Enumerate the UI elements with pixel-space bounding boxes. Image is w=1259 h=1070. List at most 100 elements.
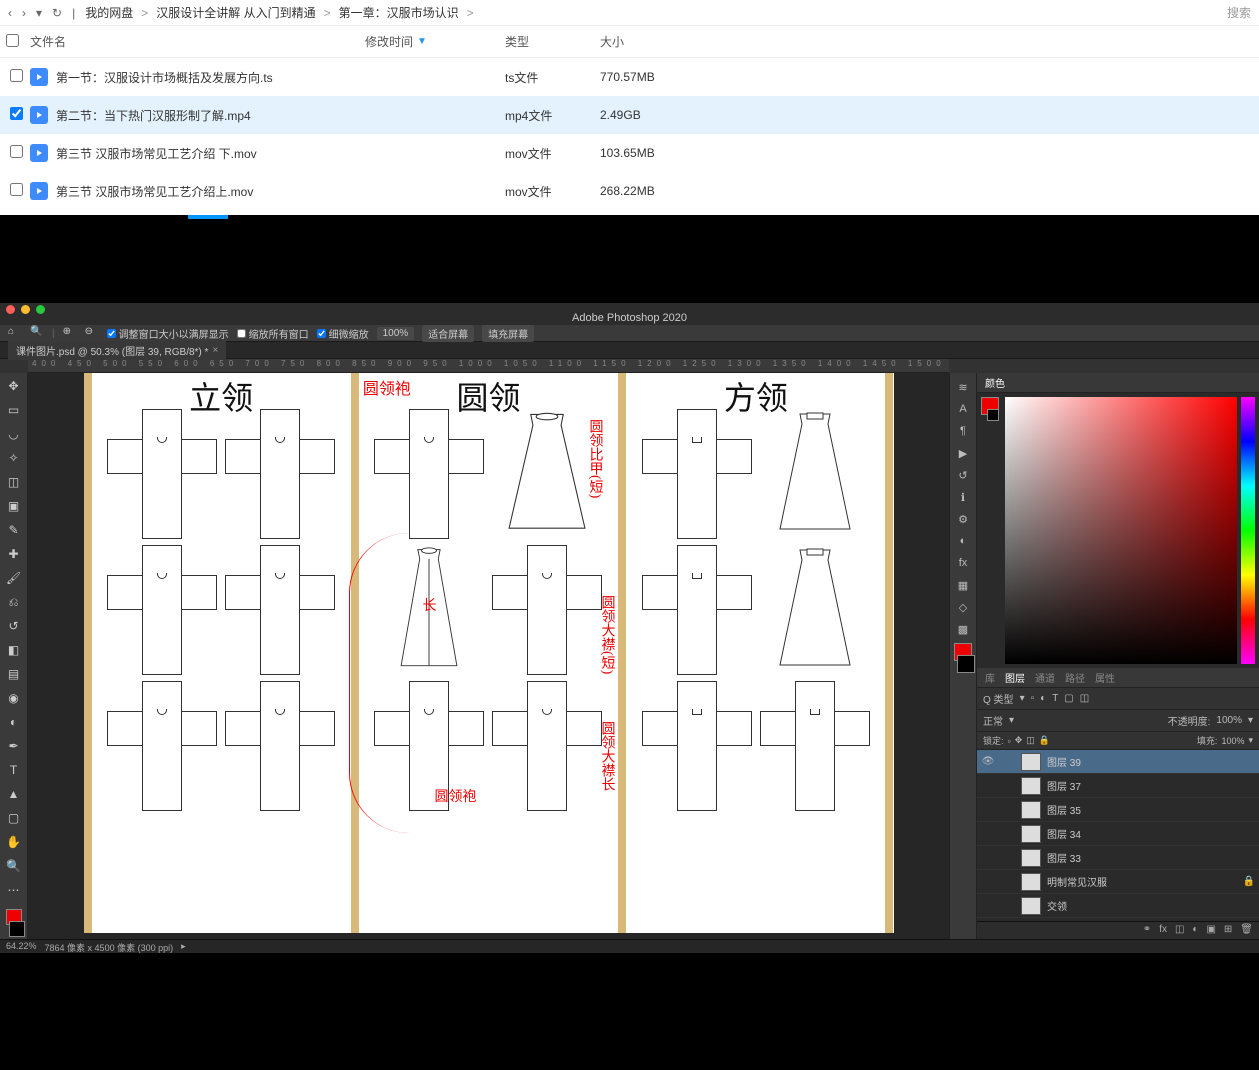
- history-brush-icon[interactable]: ↺: [4, 617, 24, 635]
- breadcrumb-item[interactable]: 第一章：汉服市场认识: [339, 4, 459, 21]
- styles-panel-icon[interactable]: fx: [954, 555, 972, 571]
- fit-screen-button[interactable]: 适合屏幕: [422, 325, 474, 342]
- document-tab[interactable]: 课件图片.psd @ 50.3% (图层 39, RGB/8*) * ×: [8, 341, 226, 360]
- nav-fwd-icon[interactable]: ›: [22, 6, 26, 20]
- visibility-toggle-icon[interactable]: 👁: [981, 756, 995, 767]
- tab-properties[interactable]: 属性: [1095, 670, 1115, 685]
- filter-smart-icon[interactable]: ◫: [1080, 693, 1089, 704]
- tab-channels[interactable]: 通道: [1035, 670, 1055, 685]
- dodge-tool-icon[interactable]: ◐: [4, 713, 24, 731]
- zoom-out-icon[interactable]: ⊖: [85, 326, 99, 340]
- close-tab-icon[interactable]: ×: [212, 345, 218, 356]
- row-checkbox[interactable]: [10, 183, 23, 196]
- scrubby-zoom-checkbox[interactable]: 细微缩放: [317, 326, 369, 341]
- breadcrumb-item[interactable]: 汉服设计全讲解 从入门到精通: [156, 4, 315, 21]
- row-checkbox[interactable]: [10, 69, 23, 82]
- maximize-window-icon[interactable]: [36, 305, 45, 314]
- shape-tool-icon[interactable]: ▢: [4, 809, 24, 827]
- tab-paths[interactable]: 路径: [1065, 670, 1085, 685]
- col-type[interactable]: 类型: [505, 33, 600, 50]
- fill-swatch[interactable]: [957, 655, 975, 673]
- bg-color-swatch[interactable]: [987, 409, 999, 421]
- file-row[interactable]: 第二节：当下热门汉服形制了解.mp4mp4文件2.49GB: [0, 96, 1259, 134]
- type-tool-icon[interactable]: T: [4, 761, 24, 779]
- file-row[interactable]: 第三节 汉服市场常见工艺介绍上.movmov文件268.22MB: [0, 172, 1259, 210]
- path-select-icon[interactable]: ▲: [4, 785, 24, 803]
- background-swatch[interactable]: [9, 921, 25, 937]
- layer-row[interactable]: 图层 35: [977, 798, 1259, 822]
- hue-slider[interactable]: [1241, 397, 1255, 664]
- lock-all-icon[interactable]: 🔒: [1039, 735, 1050, 746]
- close-window-icon[interactable]: [6, 305, 15, 314]
- info-panel-icon[interactable]: ℹ: [954, 489, 972, 505]
- file-row[interactable]: 第三节 汉服市场常见工艺介绍 下.movmov文件103.65MB: [0, 134, 1259, 172]
- wand-tool-icon[interactable]: ✧: [4, 449, 24, 467]
- new-layer-icon[interactable]: ⊞: [1224, 924, 1232, 937]
- nav-dropdown-icon[interactable]: ▾: [36, 6, 42, 20]
- filter-type-icon[interactable]: T: [1052, 693, 1058, 704]
- hand-tool-icon[interactable]: ✋: [4, 833, 24, 851]
- edit-toolbar-icon[interactable]: ⋯: [4, 881, 24, 899]
- zoom-readout[interactable]: 64.22%: [6, 941, 37, 952]
- brush-tool-icon[interactable]: 🖌: [4, 569, 24, 587]
- crop-tool-icon[interactable]: ◫: [4, 473, 24, 491]
- layer-row[interactable]: 交领: [977, 894, 1259, 918]
- lock-pixels-icon[interactable]: ▫: [1008, 736, 1011, 746]
- color-picker-field[interactable]: [1005, 397, 1237, 664]
- swatches-panel-icon[interactable]: ▩: [954, 621, 972, 637]
- col-modified[interactable]: 修改时间 ▼: [365, 33, 505, 50]
- blend-mode-dropdown[interactable]: 正常: [983, 713, 1003, 728]
- zoom-all-checkbox[interactable]: 缩放所有窗口: [237, 326, 309, 341]
- lock-artboard-icon[interactable]: ◫: [1026, 735, 1035, 746]
- row-checkbox[interactable]: [10, 107, 23, 120]
- filter-adjust-icon[interactable]: ◐: [1040, 693, 1046, 704]
- opacity-value[interactable]: 100%: [1216, 715, 1242, 726]
- breadcrumb-item[interactable]: 我的网盘: [85, 4, 133, 21]
- layer-filter-dropdown[interactable]: Q 类型: [983, 691, 1014, 706]
- pen-tool-icon[interactable]: ✒: [4, 737, 24, 755]
- character-panel-icon[interactable]: A: [954, 401, 972, 417]
- properties-panel-icon[interactable]: ⚙: [954, 511, 972, 527]
- link-layers-icon[interactable]: ⚭: [1143, 924, 1151, 937]
- filter-pixel-icon[interactable]: ▫: [1031, 693, 1035, 704]
- layer-row[interactable]: 图层 37: [977, 774, 1259, 798]
- nav-back-icon[interactable]: ‹: [8, 6, 12, 20]
- new-group-icon[interactable]: ▣: [1206, 924, 1215, 937]
- zoom-in-icon[interactable]: ⊕: [63, 326, 77, 340]
- select-all-checkbox[interactable]: [6, 34, 19, 47]
- layer-row[interactable]: 图层 34: [977, 822, 1259, 846]
- brushes-panel-icon[interactable]: ≋: [954, 379, 972, 395]
- lasso-tool-icon[interactable]: ◡: [4, 425, 24, 443]
- blur-tool-icon[interactable]: ◉: [4, 689, 24, 707]
- row-checkbox[interactable]: [10, 145, 23, 158]
- layer-fx-icon[interactable]: fx: [1159, 924, 1167, 937]
- layer-row[interactable]: 明制常见汉服🔒: [977, 870, 1259, 894]
- home-icon[interactable]: ⌂: [8, 326, 22, 340]
- tab-layers[interactable]: 图层: [1005, 670, 1025, 685]
- zoom-100-button[interactable]: 100%: [377, 327, 415, 340]
- new-fill-icon[interactable]: ◐: [1192, 924, 1198, 937]
- actions-panel-icon[interactable]: ▶: [954, 445, 972, 461]
- eyedropper-tool-icon[interactable]: ✎: [4, 521, 24, 539]
- stamp-tool-icon[interactable]: ⎌: [4, 593, 24, 611]
- fill-screen-button[interactable]: 填充屏幕: [482, 325, 534, 342]
- paths-panel-icon[interactable]: ◇: [954, 599, 972, 615]
- channels-panel-icon[interactable]: ▦: [954, 577, 972, 593]
- adjustments-panel-icon[interactable]: ◐: [954, 533, 972, 549]
- frame-tool-icon[interactable]: ▣: [4, 497, 24, 515]
- col-size[interactable]: 大小: [600, 33, 680, 50]
- history-panel-icon[interactable]: ↺: [954, 467, 972, 483]
- layer-row[interactable]: 图层 33: [977, 846, 1259, 870]
- color-tab[interactable]: 颜色: [985, 375, 1005, 390]
- gradient-tool-icon[interactable]: ▤: [4, 665, 24, 683]
- fill-value[interactable]: 100%: [1221, 736, 1244, 746]
- marquee-tool-icon[interactable]: ▭: [4, 401, 24, 419]
- minimize-window-icon[interactable]: [21, 305, 30, 314]
- canvas-area[interactable]: 立领 圆领袍 圆领 圆领比甲(短): [28, 373, 949, 939]
- filter-shape-icon[interactable]: ▢: [1064, 693, 1073, 704]
- layer-row[interactable]: 👁图层 39: [977, 750, 1259, 774]
- move-tool-icon[interactable]: ✥: [4, 377, 24, 395]
- zoom-tool-icon[interactable]: 🔍: [30, 326, 44, 340]
- nav-refresh-icon[interactable]: ↻: [52, 6, 62, 20]
- eraser-tool-icon[interactable]: ◧: [4, 641, 24, 659]
